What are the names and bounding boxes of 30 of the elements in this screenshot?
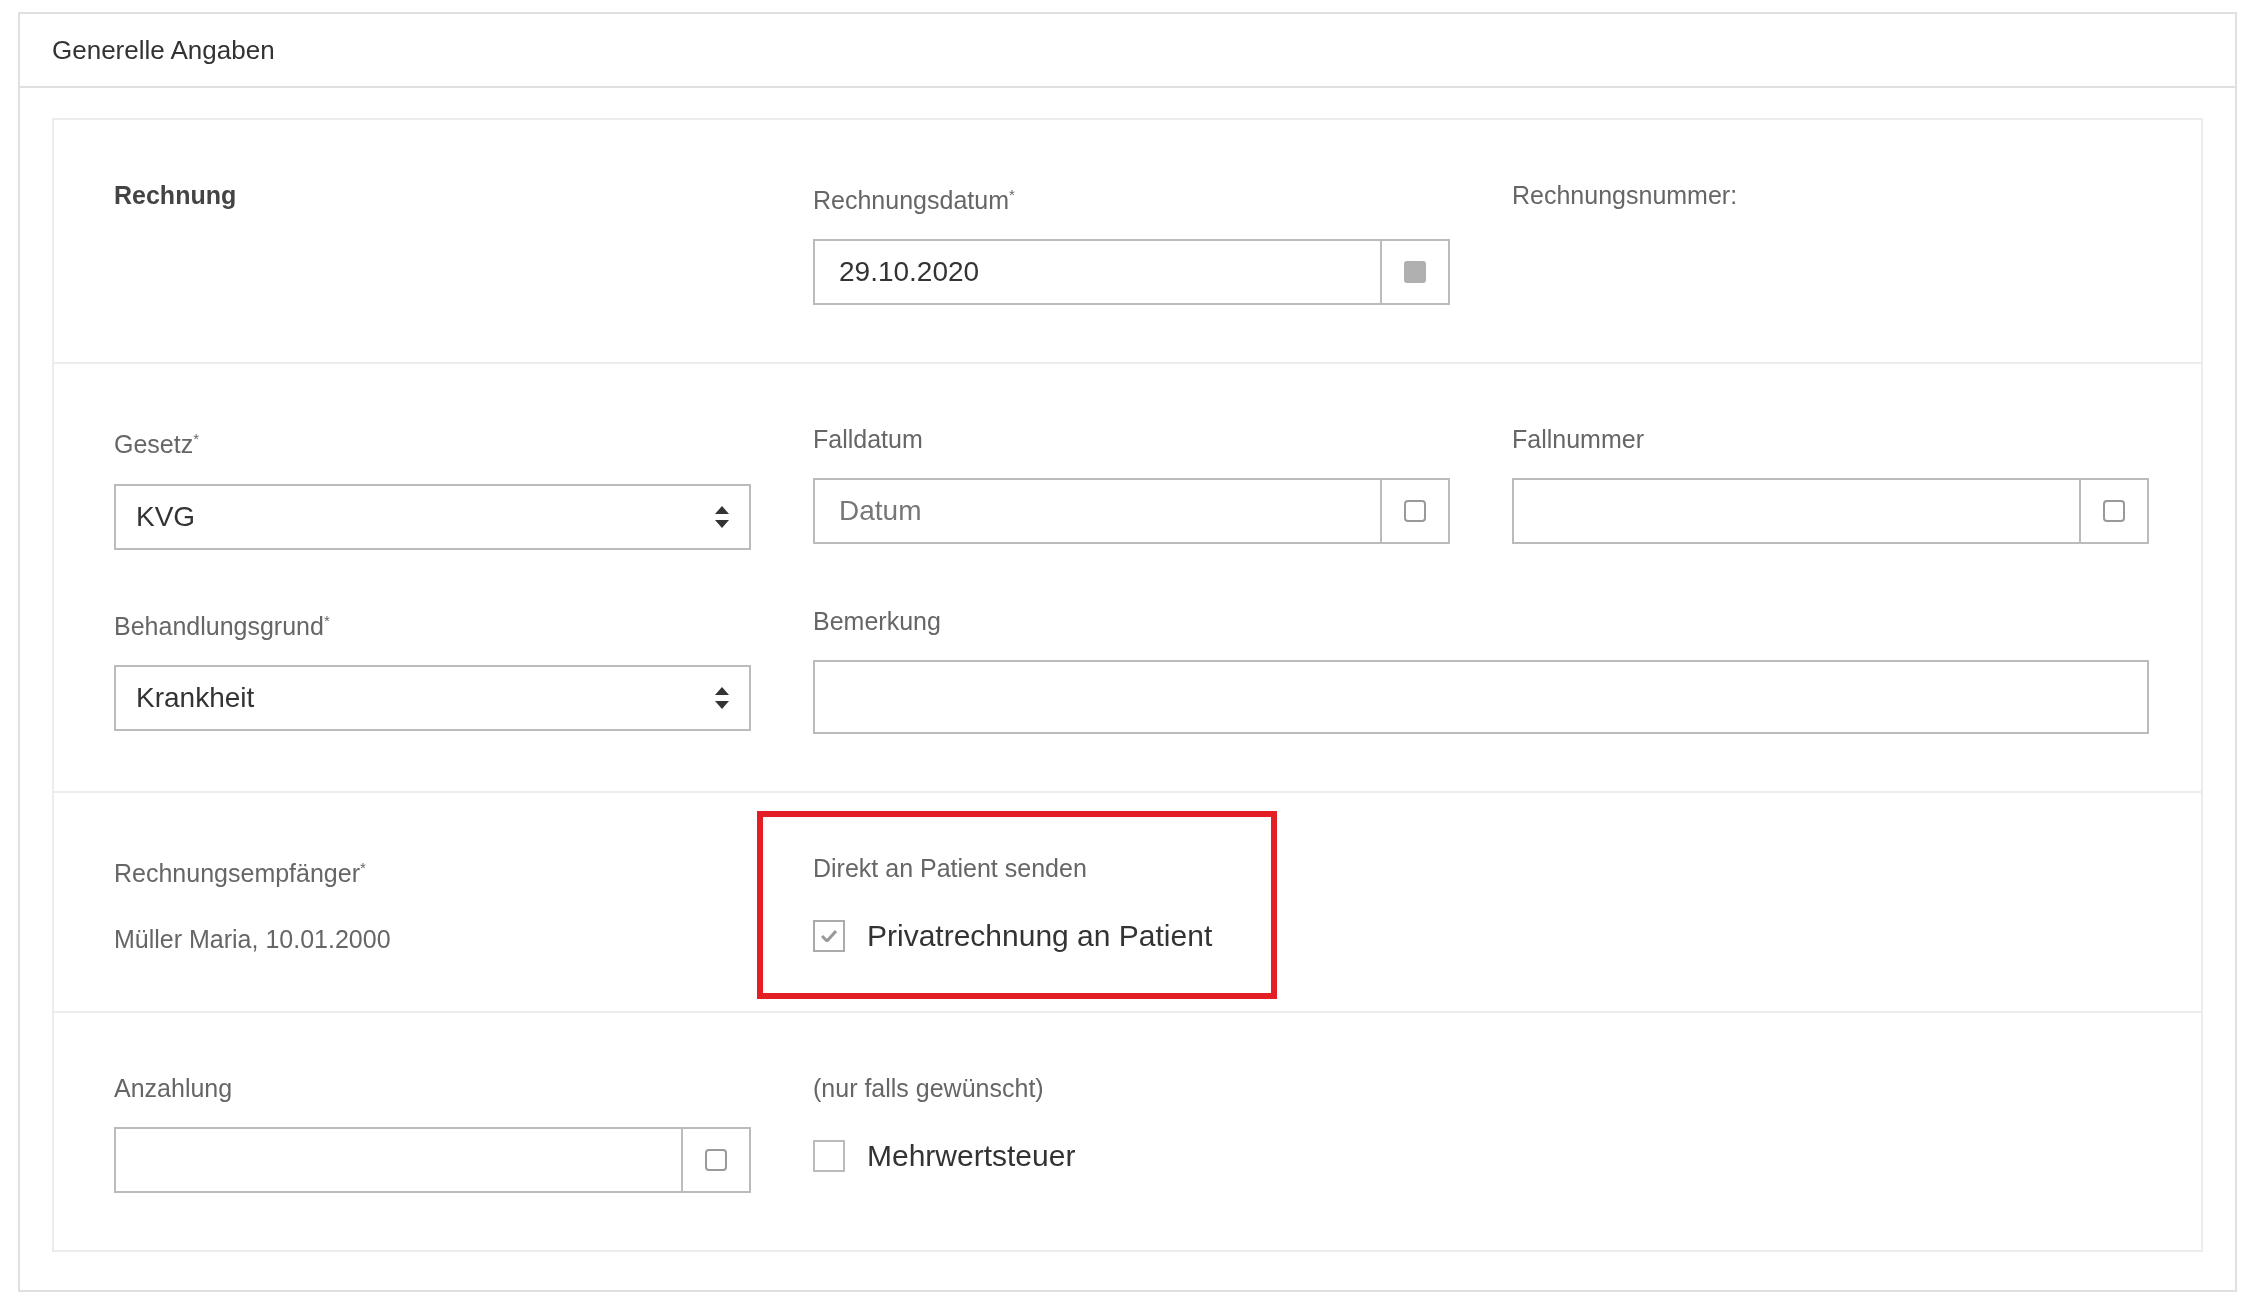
sort-arrows-icon: [715, 687, 729, 709]
checkbox-option[interactable]: Privatrechnung an Patient: [813, 918, 1450, 953]
checkbox-option[interactable]: Mehrwertsteuer: [813, 1139, 1450, 1173]
field-label: Anzahlung: [114, 1073, 234, 1103]
sort-arrows-icon: [715, 505, 729, 528]
field-label: Rechnungsempfänger$^{*}$: [114, 857, 367, 888]
field-label: Falldatum: [813, 424, 924, 455]
panel-title: Generelle Angaben: [52, 34, 275, 66]
input-field[interactable]: [114, 1127, 751, 1193]
field-label: (nur falls gewünscht): [813, 1073, 1045, 1103]
select-dropdown[interactable]: Krankheit: [114, 665, 751, 731]
field-label: Fallnummer: [1512, 424, 1645, 455]
field-label: Gesetz$^{*}$: [114, 429, 201, 460]
field-label: Rechnungsdatum$^{*}$: [813, 185, 1016, 216]
recipient-text: Müller Maria, 10.01.2000: [114, 924, 392, 954]
select-dropdown[interactable]: KVG: [114, 483, 751, 550]
remark-field[interactable]: [813, 659, 2149, 734]
input-field[interactable]: 29.10.2020: [813, 239, 1450, 306]
checkmark-icon: [821, 929, 837, 942]
field-label: Bemerkung: [813, 605, 942, 636]
checkbox[interactable]: [813, 919, 845, 952]
input-text[interactable]: 29.10.2020: [815, 241, 1380, 304]
input-field[interactable]: Datum: [813, 478, 1450, 545]
input-text[interactable]: Datum: [815, 480, 1380, 543]
field-label: Direkt an Patient senden: [813, 852, 1088, 883]
field-label: Behandlungsgrund$^{*}$: [114, 610, 331, 641]
section-heading: Rechnung: [114, 180, 238, 210]
checkbox[interactable]: [813, 1140, 845, 1172]
input-field[interactable]: [1512, 478, 2149, 545]
field-label: Rechnungsnummer:: [1512, 180, 1739, 210]
